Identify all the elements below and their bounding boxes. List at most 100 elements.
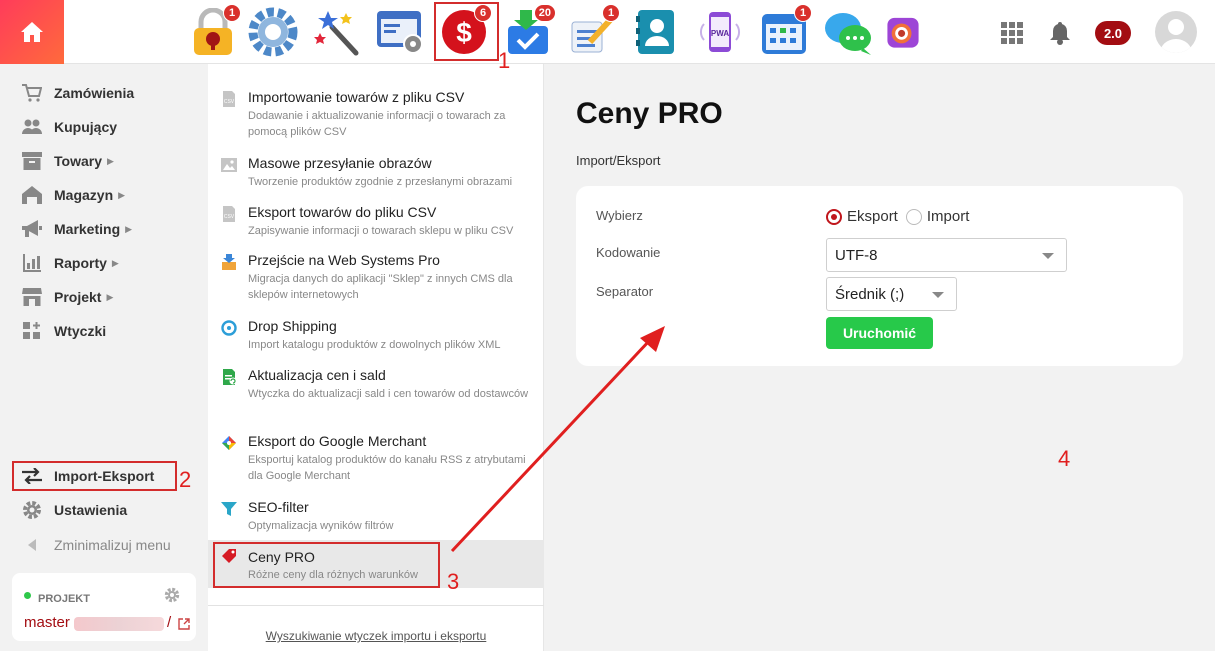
- sidebar-item-import-export[interactable]: Import-Eksport: [12, 461, 177, 491]
- box-icon: [22, 151, 42, 171]
- annotation-number-3: 3: [447, 569, 460, 594]
- find-plugins-link[interactable]: Wyszukiwanie wtyczek importu i eksportu: [208, 629, 544, 643]
- sidebar-item-warehouse[interactable]: Magazyn ▶: [12, 180, 197, 210]
- chevron-right-icon: ▶: [118, 189, 126, 200]
- plugin-desc: Tworzenie produktów zgodnie z przesłanym…: [248, 176, 513, 188]
- separator-select[interactable]: Średnik (;): [826, 277, 957, 311]
- sheet-update-icon: [223, 369, 237, 385]
- pwa-text: PWA: [711, 29, 729, 38]
- encoding-select[interactable]: UTF-8: [826, 238, 1067, 272]
- apps-grid-icon[interactable]: [1001, 22, 1023, 44]
- import-radio[interactable]: [905, 208, 922, 225]
- filter-icon: [221, 502, 237, 516]
- project-label: PROJEKT: [38, 593, 90, 605]
- warehouse-icon: [22, 185, 42, 205]
- sidebar-item-plugins[interactable]: Wtyczki: [12, 316, 197, 346]
- chevron-right-icon: ▶: [106, 291, 114, 302]
- top-bar: 1 $ 6 20 1 PWA 1 2.0: [0, 0, 1215, 64]
- svg-text:CSV: CSV: [224, 99, 235, 105]
- plugin-item-google-merchant[interactable]: Eksport do Google Merchant Eksportuj kat…: [208, 433, 544, 485]
- plugin-item-csv-import[interactable]: CSV Importowanie towarów z pliku CSV Dod…: [208, 89, 544, 139]
- pwa-phone-icon: PWA: [700, 12, 740, 52]
- sidebar-item-label: Magazyn: [54, 187, 114, 203]
- cart-icon: [22, 83, 42, 103]
- window-settings-icon: [377, 11, 423, 54]
- bell-icon[interactable]: [1049, 21, 1071, 45]
- camera-app-button[interactable]: [886, 6, 920, 58]
- calendar-app-button[interactable]: 1: [758, 4, 812, 58]
- contacts-app-button[interactable]: [630, 6, 682, 58]
- version-badge[interactable]: 2.0: [1095, 21, 1131, 45]
- plugin-title: Drop Shipping: [248, 318, 337, 334]
- sidebar-item-label: Ustawienia: [54, 502, 128, 518]
- mode-radio-group: Eksport Import: [826, 208, 969, 225]
- chat-app-button[interactable]: [822, 6, 874, 58]
- plugin-item-drop-shipping[interactable]: Drop Shipping Import katalogu produktów …: [208, 318, 544, 354]
- magic-wand-app-button[interactable]: [311, 6, 363, 58]
- annotation-number-2: 2: [179, 467, 192, 492]
- home-button[interactable]: [0, 0, 64, 64]
- annotation-number-4: 4: [1058, 446, 1071, 471]
- sidebar-item-marketing[interactable]: Marketing ▶: [12, 214, 197, 244]
- export-form-card: Wybierz Eksport Import Kodowanie UTF-8 S…: [576, 186, 1183, 366]
- plugin-item-csv-export[interactable]: CSV Eksport towarów do pliku CSV Zapisyw…: [208, 204, 544, 240]
- contacts-icon: [636, 10, 674, 54]
- plugin-title: Eksport towarów do pliku CSV: [248, 204, 437, 220]
- chevron-left-icon: [22, 535, 42, 555]
- run-button[interactable]: Uruchomić: [826, 317, 933, 349]
- plugin-item-web-systems-pro[interactable]: Przejście na Web Systems Pro Migracja da…: [208, 252, 544, 304]
- project-gear-icon[interactable]: [164, 587, 180, 608]
- camera-icon: [887, 17, 919, 48]
- annotation-box-3: [213, 542, 440, 588]
- sidebar-item-project[interactable]: Projekt ▶: [12, 282, 197, 312]
- sidebar-item-label: Kupujący: [54, 119, 118, 135]
- annotation-number-1: 1: [498, 48, 511, 73]
- plugin-item-image-upload[interactable]: Masowe przesyłanie obrazów Tworzenie pro…: [208, 155, 544, 191]
- plugin-desc: Wtyczka do aktualizacji sald i cen towar…: [248, 388, 529, 400]
- megaphone-icon: [22, 219, 42, 239]
- external-link-icon[interactable]: [178, 617, 190, 635]
- chevron-right-icon: ▶: [125, 223, 133, 234]
- svg-text:CSV: CSV: [224, 214, 235, 220]
- separator-value: Średnik (;): [835, 285, 905, 303]
- lock-app-button[interactable]: 1: [187, 4, 241, 58]
- sidebar-item-settings[interactable]: Ustawienia: [12, 495, 197, 525]
- page-subtitle: Import/Eksport: [576, 153, 661, 168]
- chart-icon: [22, 253, 42, 273]
- image-icon: [221, 158, 237, 172]
- plugin-title: Przejście na Web Systems Pro: [248, 252, 440, 268]
- avatar[interactable]: [1155, 11, 1197, 53]
- import-radio-label[interactable]: Import: [927, 208, 970, 225]
- minimize-menu-button[interactable]: Zminimalizuj menu: [12, 530, 197, 560]
- export-radio[interactable]: [826, 208, 842, 225]
- plugin-item-seo-filter[interactable]: SEO-filter Optymalizacja wyników filtrów: [208, 499, 544, 535]
- plugin-item-price-stock-update[interactable]: Aktualizacja cen i sald Wtyczka do aktua…: [208, 367, 544, 419]
- project-slash: /: [167, 614, 172, 631]
- sidebar-item-orders[interactable]: Zamówienia: [12, 78, 197, 108]
- sidebar-item-label: Zamówienia: [54, 85, 135, 101]
- settings-app-button[interactable]: [247, 6, 299, 58]
- pwa-app-button[interactable]: PWA: [694, 6, 746, 58]
- sidebar-item-reports[interactable]: Raporty ▶: [12, 248, 197, 278]
- window-settings-app-button[interactable]: [374, 6, 426, 58]
- sidebar-item-label: Towary: [54, 153, 102, 169]
- plugin-title: Importowanie towarów z pliku CSV: [248, 89, 465, 105]
- plugin-desc: Migracja danych do aplikacji "Sklep" z i…: [248, 273, 513, 301]
- swap-arrows-icon: [22, 466, 42, 486]
- chevron-right-icon: ▶: [111, 257, 119, 268]
- users-icon: [22, 117, 42, 137]
- drop-shipping-icon: [221, 320, 237, 336]
- plugin-title: Masowe przesyłanie obrazów: [248, 155, 432, 171]
- notes-app-button[interactable]: 1: [566, 4, 620, 58]
- export-radio-label[interactable]: Eksport: [847, 208, 898, 225]
- minimize-label: Zminimalizuj menu: [54, 537, 171, 553]
- plugin-desc: Import katalogu produktów z dowolnych pl…: [248, 339, 501, 351]
- gear-icon: [248, 7, 298, 57]
- plugin-desc: Dodawanie i aktualizowanie informacji o …: [248, 110, 506, 138]
- sidebar-item-buyers[interactable]: Kupujący: [12, 112, 197, 142]
- plugin-desc: Eksportuj katalog produktów do kanału RS…: [248, 454, 526, 482]
- project-name-link[interactable]: master: [24, 614, 70, 631]
- plugin-title: SEO-filter: [248, 499, 309, 515]
- sidebar-item-products[interactable]: Towary ▶: [12, 146, 197, 176]
- google-merchant-icon: [222, 436, 236, 450]
